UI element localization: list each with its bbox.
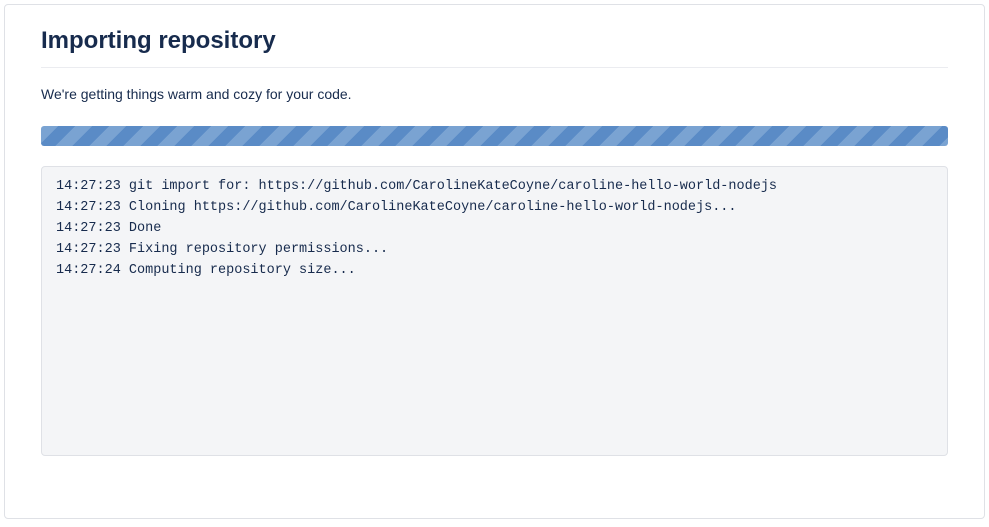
page-title: Importing repository xyxy=(41,27,948,68)
import-log[interactable]: 14:27:23 git import for: https://github.… xyxy=(41,166,948,456)
import-card: Importing repository We're getting thing… xyxy=(4,4,985,519)
progress-bar xyxy=(41,126,948,146)
page-subtitle: We're getting things warm and cozy for y… xyxy=(41,86,948,102)
